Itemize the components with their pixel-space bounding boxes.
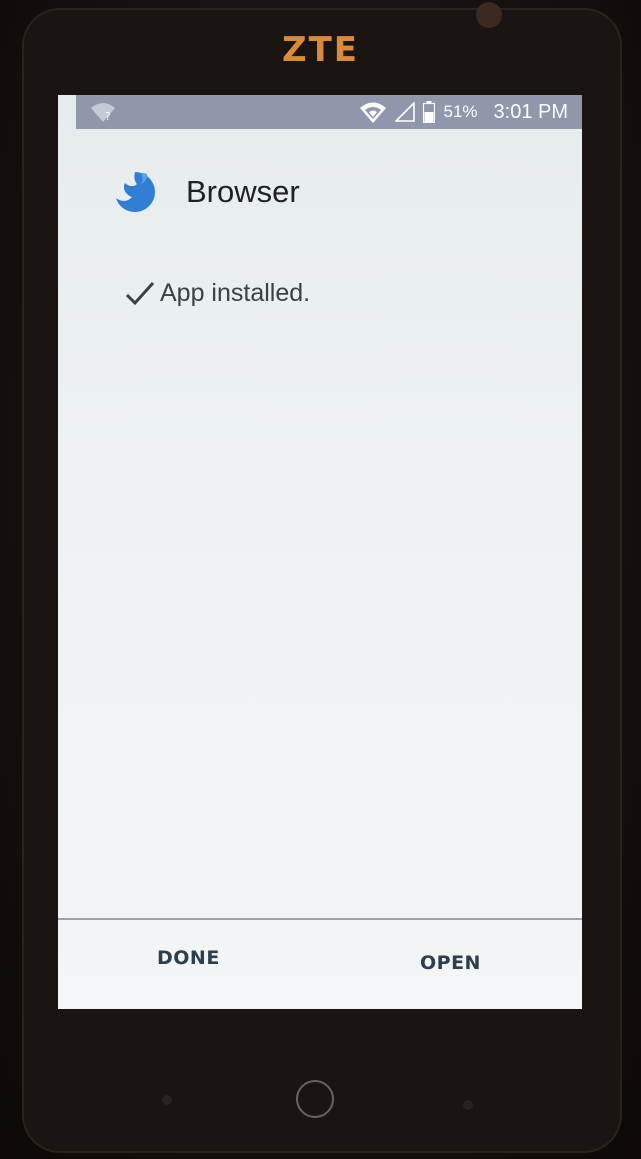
wifi-signal-icon	[359, 101, 387, 123]
nav-back-dot[interactable]	[162, 1095, 172, 1105]
cell-signal-icon	[395, 102, 416, 122]
install-status: App installed.	[124, 279, 310, 308]
battery-percent: 51%	[443, 102, 478, 121]
install-status-text: App installed.	[160, 279, 311, 307]
home-button[interactable]	[296, 1080, 334, 1118]
wifi-unknown-icon: ?	[90, 101, 116, 123]
open-button[interactable]: OPEN	[410, 946, 491, 980]
svg-text:?: ?	[105, 110, 111, 123]
front-camera	[476, 2, 502, 28]
check-icon	[124, 280, 156, 308]
device-brand-logo: ZTE	[281, 30, 360, 70]
battery-icon	[423, 101, 436, 123]
app-header: Browser	[112, 167, 300, 217]
phone-frame: ZTE ? 51% 3:01 PM Browser App installed.…	[0, 0, 641, 1159]
browser-app-icon	[112, 169, 158, 215]
screen: ? 51% 3:01 PM Browser App installed. DON…	[58, 95, 582, 1009]
status-icons: 51% 3:01 PM	[359, 95, 568, 129]
done-button[interactable]: DONE	[147, 941, 230, 975]
clock: 3:01 PM	[493, 100, 568, 123]
button-divider	[58, 918, 582, 920]
app-name: Browser	[186, 174, 300, 209]
nav-recents-dot[interactable]	[463, 1100, 473, 1110]
status-bar: ? 51% 3:01 PM	[76, 95, 582, 129]
